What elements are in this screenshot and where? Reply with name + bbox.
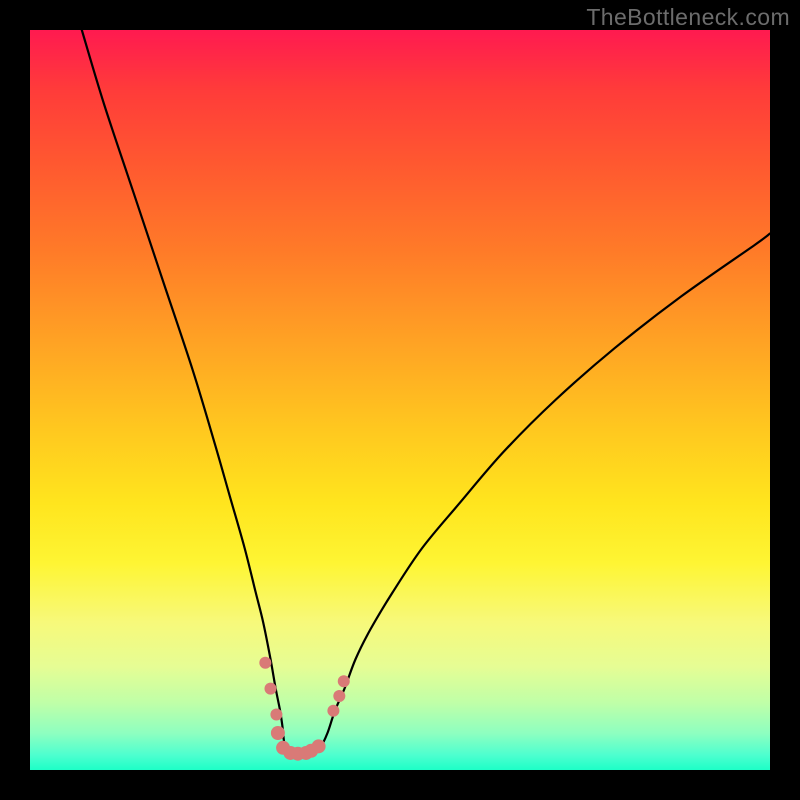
fit-marker [312, 739, 326, 753]
fit-marker [338, 675, 350, 687]
fit-marker [333, 690, 345, 702]
plot-area [30, 30, 770, 770]
chart-frame: TheBottleneck.com [0, 0, 800, 800]
fit-marker [271, 726, 285, 740]
bottleneck-curve [82, 30, 770, 755]
fit-marker [265, 683, 277, 695]
chart-svg [30, 30, 770, 770]
fit-marker [259, 657, 271, 669]
fit-marker [270, 709, 282, 721]
fit-marker [327, 705, 339, 717]
watermark-text: TheBottleneck.com [586, 4, 790, 31]
